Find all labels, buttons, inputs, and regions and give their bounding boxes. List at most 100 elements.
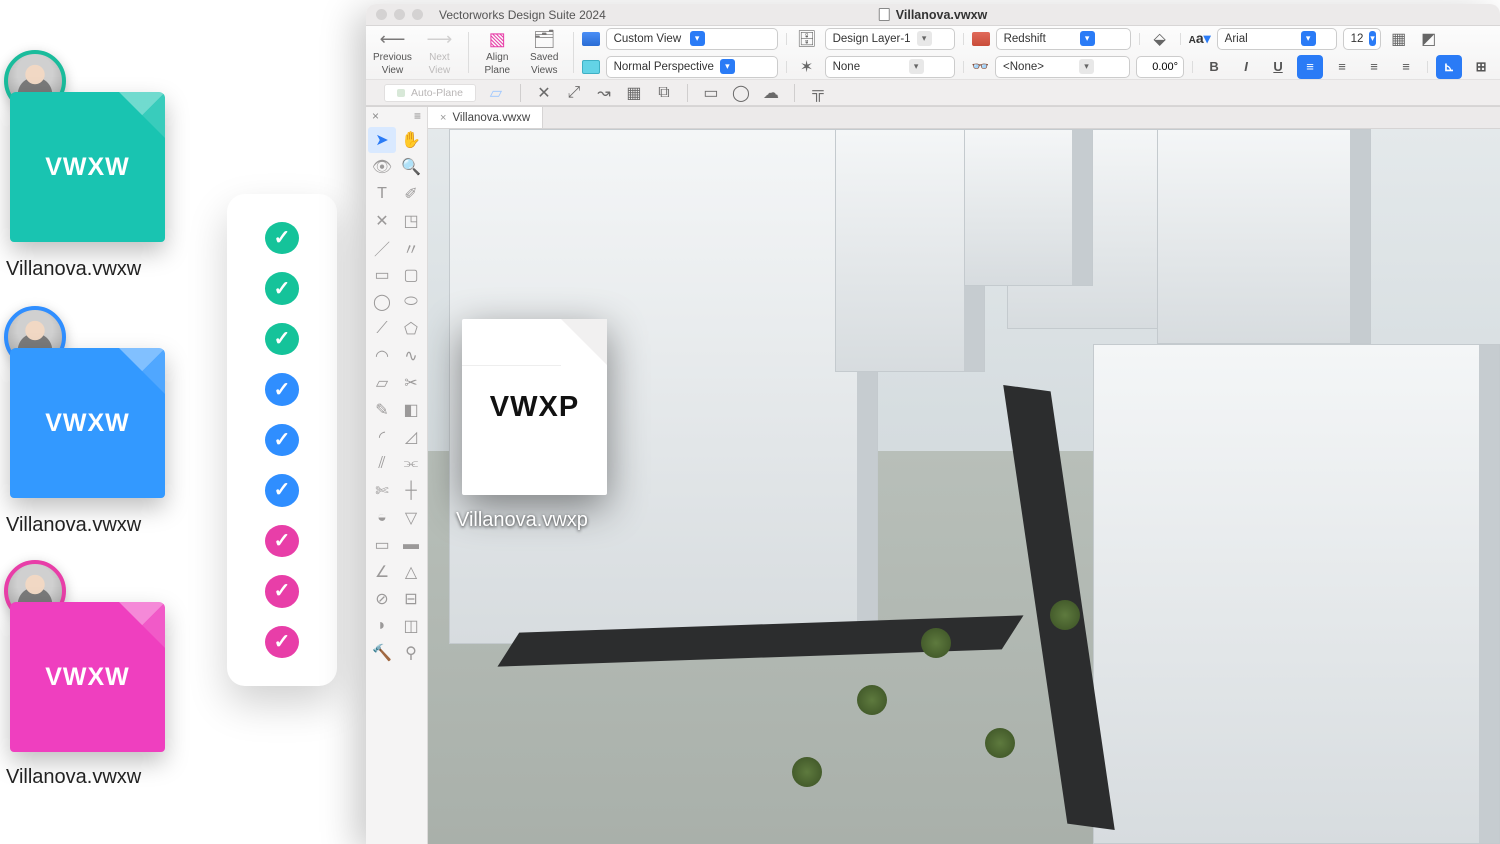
snap-edge-icon[interactable]: ↝ xyxy=(593,83,615,103)
shape-cloud-icon[interactable]: ☁ xyxy=(760,83,782,103)
visibility-dropdown[interactable]: <None> ▾ xyxy=(995,56,1130,78)
callout-tool[interactable]: ✐ xyxy=(397,181,425,207)
font-size-dropdown[interactable]: 12 ▾ xyxy=(1343,28,1381,50)
guides-button[interactable]: ⊞ xyxy=(1468,55,1494,79)
working-plane-icon[interactable]: ⬙ xyxy=(1148,27,1172,51)
snap-points-icon[interactable]: ⤢ xyxy=(563,83,585,103)
perspective-dropdown[interactable]: Normal Perspective ▾ xyxy=(606,56,778,78)
align-right-button[interactable]: ≡ xyxy=(1361,55,1387,79)
push-pull-tool[interactable]: ◳ xyxy=(397,208,425,234)
stake-tool[interactable]: ⚲ xyxy=(397,640,425,666)
polyline-tool[interactable]: ⟋ xyxy=(368,316,396,342)
trim-tool[interactable]: ┼ xyxy=(397,478,425,504)
italic-button[interactable]: I xyxy=(1233,55,1259,79)
angle-tool[interactable]: ∠ xyxy=(368,559,396,585)
mirror-tool[interactable]: ✕ xyxy=(368,208,396,234)
render-dropdown[interactable]: Redshift ▾ xyxy=(996,28,1131,50)
no-entry-tool[interactable]: ⊘ xyxy=(368,586,396,612)
view-mode-icon[interactable] xyxy=(582,32,600,46)
snap-icon[interactable]: ◩ xyxy=(1417,27,1441,51)
ruler-button[interactable]: ⊾ xyxy=(1436,55,1462,79)
rotation-field[interactable]: 0.00° xyxy=(1136,56,1184,78)
rectangle-tool[interactable]: ▭ xyxy=(368,262,396,288)
hammer-tool[interactable]: 🔨 xyxy=(368,640,396,666)
document-tab[interactable]: × Villanova.vwxw xyxy=(428,107,543,128)
check-item xyxy=(265,373,299,405)
file-card-3: VWXW xyxy=(10,602,165,752)
triangle-tool[interactable]: △ xyxy=(397,559,425,585)
wall-tool[interactable]: ▭ xyxy=(368,532,396,558)
view-dropdown[interactable]: Custom View ▾ xyxy=(606,28,778,50)
align-left-button[interactable]: ≡ xyxy=(1297,55,1323,79)
taper-tool[interactable]: ▽ xyxy=(397,505,425,531)
wall-join-icon[interactable]: ╦ xyxy=(807,83,829,103)
selection-tool[interactable]: ➤ xyxy=(368,127,396,153)
text-size-icon[interactable]: Aa▾ xyxy=(1189,30,1211,47)
check-item xyxy=(265,525,299,557)
visibility-icon[interactable]: 👓 xyxy=(972,58,989,75)
palette-menu-icon[interactable]: ≡ xyxy=(414,109,421,123)
collaboration-graphic: VWXW Villanova.vwxw VWXW Villanova.vwxw … xyxy=(0,30,420,830)
freehand-tool[interactable]: ∿ xyxy=(397,343,425,369)
snap-grid-icon[interactable]: ▦ xyxy=(623,83,645,103)
circle-tool[interactable]: ◯ xyxy=(368,289,396,315)
rounded-rect-tool[interactable]: ▢ xyxy=(397,262,425,288)
align-center-button[interactable]: ≡ xyxy=(1329,55,1355,79)
scissors-tool[interactable]: ✄ xyxy=(368,478,396,504)
window-controls[interactable] xyxy=(366,9,433,20)
section-tool[interactable]: ⊟ xyxy=(397,586,425,612)
align-justify-button[interactable]: ≡ xyxy=(1393,55,1419,79)
underline-button[interactable]: U xyxy=(1265,55,1291,79)
check-item xyxy=(265,626,299,658)
layers-icon[interactable]: 🗄 xyxy=(795,27,819,51)
connect-tool[interactable]: ⫘ xyxy=(397,451,425,477)
check-item xyxy=(265,575,299,607)
double-line-tool[interactable]: 〃 xyxy=(397,235,425,261)
ellipse-tool[interactable]: ⬭ xyxy=(397,289,425,315)
close-tab-icon[interactable]: × xyxy=(440,112,446,124)
bold-button[interactable]: B xyxy=(1201,55,1227,79)
saved-views-button[interactable]: 🗂 Saved Views xyxy=(524,26,565,79)
eyedropper-tool[interactable]: ✎ xyxy=(368,397,396,423)
class-dropdown[interactable]: None ▾ xyxy=(825,56,955,78)
reshape-tool[interactable]: ▱ xyxy=(368,370,396,396)
plane-preview-icon[interactable]: ▱ xyxy=(484,81,508,105)
split-tool[interactable]: ✂ xyxy=(397,370,425,396)
font-dropdown[interactable]: Arial ▾ xyxy=(1217,28,1337,50)
protractor-tool[interactable]: ◗ xyxy=(368,613,396,639)
snap-loci-icon[interactable]: ✕ xyxy=(533,83,555,103)
attribute-tool[interactable]: ◧ xyxy=(397,397,425,423)
line-tool[interactable]: ／ xyxy=(368,235,396,261)
align-plane-button[interactable]: ▧ Align Plane xyxy=(477,26,518,79)
arrow-left-icon: ⟵ xyxy=(380,29,406,50)
projection-icon[interactable] xyxy=(582,60,600,74)
next-view-button[interactable]: ⟶ Next View xyxy=(419,26,460,79)
arc-tool[interactable]: ◠ xyxy=(368,343,396,369)
classes-icon[interactable]: ✶ xyxy=(795,55,819,79)
chamfer-tool[interactable]: ◿ xyxy=(397,424,425,450)
auto-plane-toggle[interactable]: Auto-Plane xyxy=(384,84,476,102)
shape-rect-icon[interactable]: ▭ xyxy=(700,83,722,103)
clip-tool[interactable]: ◒ xyxy=(368,505,396,531)
tape-tool[interactable]: ◫ xyxy=(397,613,425,639)
zoom-tool[interactable]: 🔍 xyxy=(397,154,425,180)
fillet-tool[interactable]: ◜ xyxy=(368,424,396,450)
previous-view-button[interactable]: ⟵ Previous View xyxy=(372,26,413,79)
document-tab-label: Villanova.vwxw xyxy=(452,112,530,124)
flyover-tool[interactable]: 👁 xyxy=(368,154,396,180)
render-engine-icon[interactable] xyxy=(972,32,990,46)
shape-bubble-icon[interactable]: ◯ xyxy=(730,83,752,103)
polygon-tool[interactable]: ⬠ xyxy=(397,316,425,342)
3d-viewport[interactable]: VWXP Villanova.vwxp xyxy=(428,129,1500,844)
align-plane-icon: ▧ xyxy=(489,29,506,50)
text-tool[interactable]: T xyxy=(368,181,396,207)
file-ext-1: VWXW xyxy=(45,153,130,182)
layer-dropdown[interactable]: Design Layer-1 ▾ xyxy=(825,28,955,50)
palette-close-icon[interactable]: × xyxy=(372,109,379,123)
offset-tool[interactable]: ⫽ xyxy=(368,451,396,477)
grid-icon[interactable]: ▦ xyxy=(1387,27,1411,51)
slab-tool[interactable]: ▬ xyxy=(397,532,425,558)
pan-tool[interactable]: ✋ xyxy=(397,127,425,153)
chevron-down-icon: ▾ xyxy=(909,59,924,74)
snap-angle-icon[interactable]: ⧉ xyxy=(653,83,675,103)
